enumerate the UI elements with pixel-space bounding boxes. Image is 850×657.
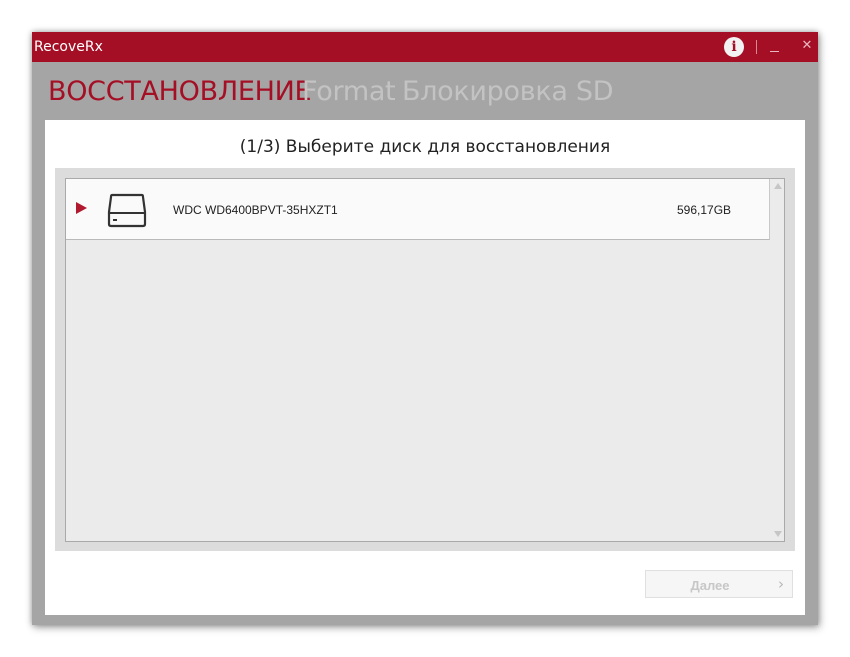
chevron-right-icon: › [778,575,784,593]
tab-format[interactable]: Format [302,76,396,107]
content-panel: (1/3) Выберите диск для восстановления W… [45,120,805,615]
app-window: RecoveRx i ✕ ВОССТАНОВЛЕНИЕ Format Блоки… [32,32,818,625]
window-title: RecoveRx [34,39,103,55]
info-icon[interactable]: i [724,37,744,57]
tab-recovery[interactable]: ВОССТАНОВЛЕНИЕ [48,76,312,107]
hard-drive-icon [107,193,147,228]
title-bar: RecoveRx i ✕ [32,32,818,62]
step-title: (1/3) Выберите диск для восстановления [239,137,611,157]
disk-list[interactable]: WDC WD6400BPVT-35HXZT1 596,17GB [65,178,785,542]
close-button[interactable]: ✕ [800,38,814,54]
disk-list-frame: WDC WD6400BPVT-35HXZT1 596,17GB [55,168,795,551]
scroll-up-icon[interactable] [774,183,782,189]
disk-size: 596,17GB [677,203,732,217]
next-button-label: Далее [690,578,730,593]
titlebar-divider [756,40,757,54]
next-button[interactable]: Далее › [645,570,793,598]
disk-row[interactable]: WDC WD6400BPVT-35HXZT1 596,17GB [66,179,770,240]
minimize-button[interactable] [768,40,782,54]
scroll-down-icon[interactable] [774,531,782,537]
play-arrow-icon [76,202,87,214]
tab-sd-lock[interactable]: Блокировка SD [402,76,614,107]
disk-name: WDC WD6400BPVT-35HXZT1 [173,203,338,217]
